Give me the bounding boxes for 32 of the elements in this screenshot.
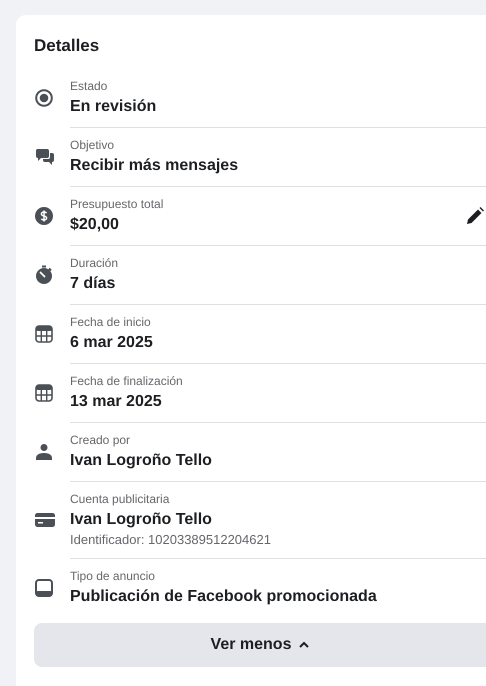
field-label: Cuenta publicitaria <box>70 490 170 506</box>
field-value: Ivan Logroño Tello <box>70 510 213 530</box>
screen-icon <box>35 578 53 596</box>
field-label: Presupuesto total <box>70 196 164 212</box>
card-title: Detalles <box>34 35 100 57</box>
person-icon <box>35 443 53 461</box>
chevron-up-icon <box>299 641 310 648</box>
field-label: Fecha de finalización <box>70 372 184 388</box>
see-less-button[interactable]: Ver menos <box>34 622 486 666</box>
stopwatch-icon <box>35 265 53 285</box>
field-value: 7 días <box>70 274 116 294</box>
field-label: Tipo de anuncio <box>70 568 156 584</box>
field-value: 13 mar 2025 <box>70 392 163 412</box>
calendar-icon <box>35 325 53 343</box>
radio-icon <box>35 89 53 107</box>
field-value: En revisión <box>70 96 158 116</box>
dollar-icon <box>35 207 53 225</box>
calendar-icon <box>35 384 53 402</box>
field-value: Ivan Logroño Tello <box>70 450 213 470</box>
field-value: $20,00 <box>70 214 120 234</box>
pencil-icon[interactable] <box>466 206 484 224</box>
field-label: Objetivo <box>70 136 116 152</box>
field-value: 6 mar 2025 <box>70 332 154 352</box>
field-label: Fecha de inicio <box>70 314 152 330</box>
field-label: Duración <box>70 254 120 270</box>
field-label: Creado por <box>70 432 132 448</box>
credit-card-icon <box>35 513 55 527</box>
field-label: Estado <box>70 78 108 94</box>
chat-bubbles-icon <box>35 148 55 166</box>
field-value: Recibir más mensajes <box>70 156 240 176</box>
field-detail: Identificador: 10203389512204621 <box>70 530 272 548</box>
field-value: Publicación de Facebook promocionada <box>70 586 378 606</box>
